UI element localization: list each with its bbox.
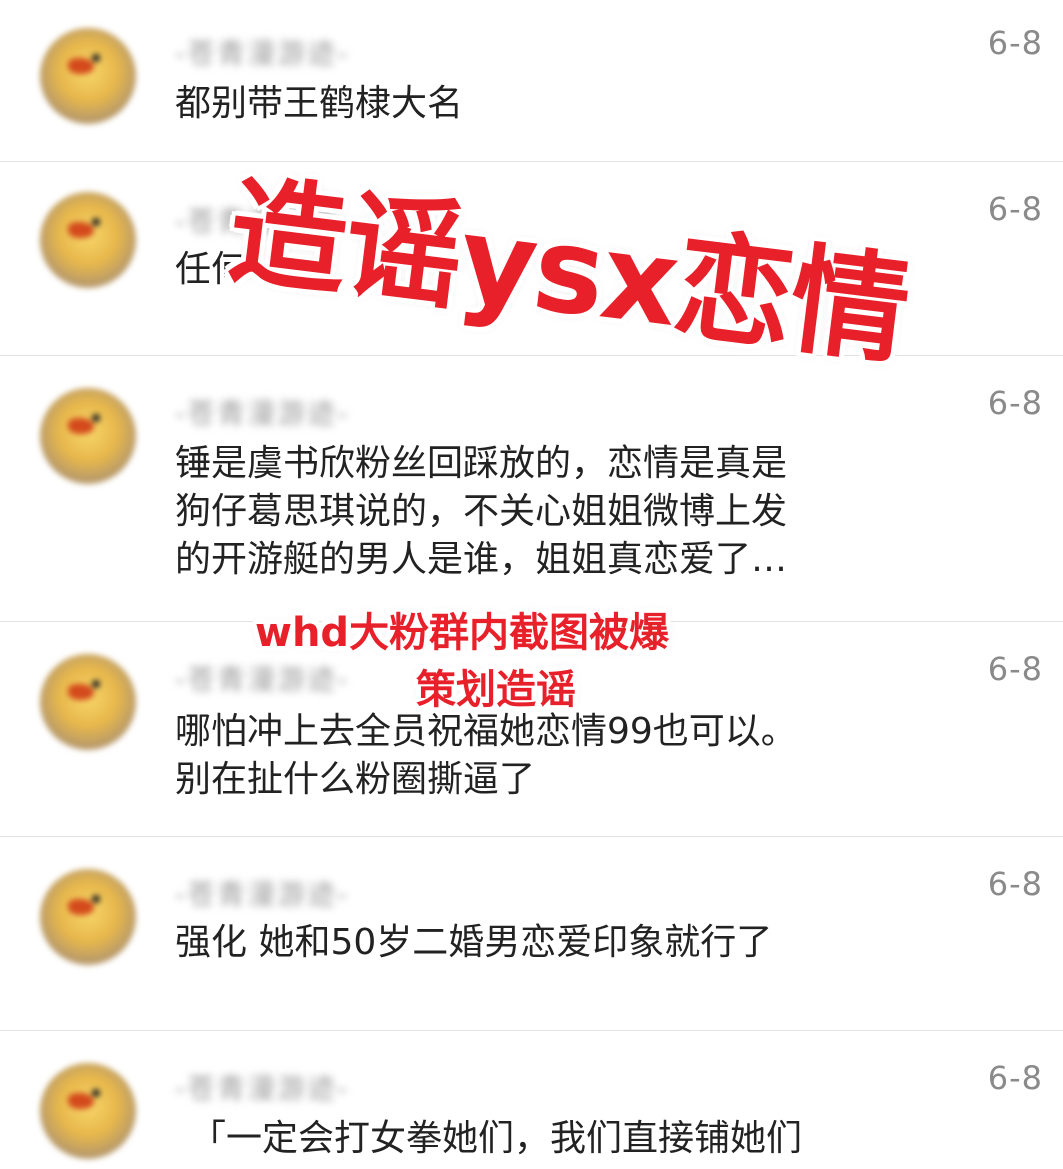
avatar-eye: [92, 54, 100, 62]
duck-avatar-icon: [68, 684, 94, 700]
avatar[interactable]: [40, 869, 136, 965]
comment-text: 锤是虞书欣粉丝回踩放的，恋情是真是 狗仔葛思琪说的，不关心姐姐微博上发 的开游艇…: [175, 443, 788, 580]
avatar[interactable]: [40, 388, 136, 484]
avatar-eye: [92, 414, 100, 422]
comment-text: 强化 她和50岁二婚男恋爱印象就行了: [175, 922, 773, 963]
comment-date: 6-8: [987, 384, 1043, 422]
comment-item[interactable]: -苍青漫游迹- 6-8 强化 她和50岁二婚男恋爱印象就行了: [0, 837, 1063, 1031]
comment-date: 6-8: [987, 190, 1043, 228]
duck-avatar-icon: [68, 1093, 94, 1109]
avatar[interactable]: [40, 654, 136, 750]
comment-text: 哪怕冲上去全员祝福她恋情99也可以。 别在扯什么粉圈撕逼了: [175, 711, 797, 800]
comment-date: 6-8: [987, 650, 1043, 688]
duck-avatar-icon: [68, 418, 94, 434]
comment-username[interactable]: -苍青漫游迹-: [175, 1067, 349, 1107]
avatar[interactable]: [40, 1063, 136, 1159]
duck-avatar-icon: [68, 222, 94, 238]
comment-date: 6-8: [987, 865, 1043, 903]
comment-username[interactable]: -苍青漫游迹-: [175, 658, 349, 698]
comment-date: 6-8: [987, 1059, 1043, 1097]
avatar[interactable]: [40, 192, 136, 288]
comment-item[interactable]: -苍青漫游迹- 6-8 锤是虞书欣粉丝回踩放的，恋情是真是 狗仔葛思琪说的，不关…: [0, 356, 1063, 622]
comment-text: 「一定会打女拳她们，我们直接铺她们: [190, 1118, 803, 1159]
avatar-eye: [92, 895, 100, 903]
comment-username[interactable]: -苍青漫游迹-: [175, 873, 349, 913]
comment-date: 6-8: [987, 24, 1043, 62]
duck-avatar-icon: [68, 899, 94, 915]
comment-username[interactable]: -苍青漫游迹-: [175, 32, 349, 72]
duck-avatar-icon: [68, 58, 94, 74]
avatar-eye: [92, 1089, 100, 1097]
red-stamp-line1: whd大粉群内截图被爆: [255, 610, 670, 656]
avatar-eye: [92, 680, 100, 688]
comment-username[interactable]: -苍青漫游迹-: [175, 392, 349, 432]
red-stamp-line2: 策划造谣: [416, 667, 576, 713]
comment-item[interactable]: -苍青漫游迹- 6-8 都别带王鹤棣大名: [0, 0, 1063, 162]
avatar[interactable]: [40, 28, 136, 124]
comment-text: 都别带王鹤棣大名: [175, 83, 464, 124]
avatar-eye: [92, 218, 100, 226]
comment-item[interactable]: -苍青漫游迹- 6-8 「一定会打女拳她们，我们直接铺她们: [0, 1031, 1063, 1169]
